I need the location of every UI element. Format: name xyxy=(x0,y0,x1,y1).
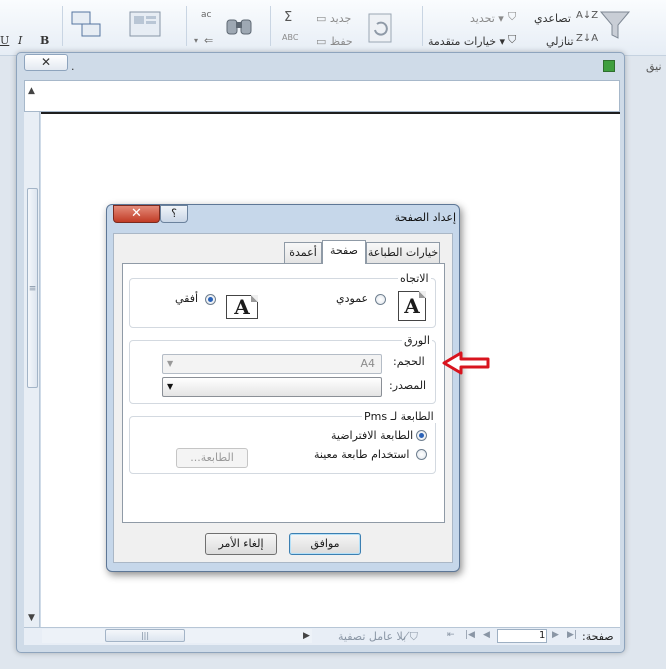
size-label: الحجم: xyxy=(393,355,425,368)
replace-icon[interactable]: ac xyxy=(201,10,211,20)
specific-printer-radio[interactable] xyxy=(416,449,427,460)
portrait-icon: A xyxy=(398,291,426,321)
scroll-up-arrow[interactable]: ▲ xyxy=(28,86,35,96)
tab-columns[interactable]: أعمدة xyxy=(284,242,322,264)
filter-icon[interactable] xyxy=(598,8,632,42)
save-record-button[interactable]: حفظ ▭ xyxy=(316,35,353,48)
app-icon xyxy=(603,60,615,72)
ribbon-separator xyxy=(422,6,423,46)
scroll-right-arrow[interactable]: ▶ xyxy=(303,631,310,641)
save-record-label: حفظ xyxy=(329,35,353,48)
select-filter-icon: ⛉ xyxy=(508,10,517,23)
page-label: صفحة: xyxy=(582,630,614,643)
totals-icon[interactable]: Σ xyxy=(284,10,292,25)
tab-columns-label: أعمدة xyxy=(289,246,317,259)
size-select-value: A4 xyxy=(360,357,375,370)
advanced-options-button[interactable]: ▾ خيارات متقدمة xyxy=(428,35,505,48)
dialog-title: إعداد الصفحة xyxy=(394,211,456,224)
advanced-filter-icon: ⛉ xyxy=(508,33,517,46)
underline-button[interactable]: U xyxy=(0,34,9,47)
red-arrow-icon xyxy=(442,351,490,375)
header-area xyxy=(24,80,620,112)
portrait-radio[interactable] xyxy=(375,294,386,305)
no-filter-icon: ⛉̸ xyxy=(409,630,418,643)
sort-descending-button[interactable]: تنازلي xyxy=(546,35,574,48)
portrait-icon-letter: A xyxy=(404,294,420,318)
filter-status[interactable]: ⛉̸ بلا عامل تصفية xyxy=(338,630,418,644)
ribbon: تصاعدي A↓Z تنازلي Z↓A ▾ تحديد ⛉ ▾ خيارات… xyxy=(0,0,666,73)
size-select[interactable]: ▼ A4 xyxy=(162,354,382,374)
scroll-down-arrow[interactable]: ▼ xyxy=(28,613,35,623)
select-button[interactable]: ▾ تحديد xyxy=(470,12,504,25)
goto-icon[interactable]: ⇐ xyxy=(204,34,213,47)
cancel-button-label: إلغاء الأمر xyxy=(218,537,264,550)
select-label: تحديد xyxy=(470,12,495,25)
end-page-icon[interactable]: ▶| xyxy=(567,630,577,640)
landscape-label: أفقي xyxy=(175,292,199,305)
next-page-icon[interactable]: |◀ xyxy=(465,630,475,640)
tab-print-options[interactable]: خيارات الطباعة xyxy=(366,242,440,264)
vertical-scroll-thumb[interactable]: ≡ xyxy=(27,188,38,388)
italic-button[interactable]: I xyxy=(18,34,22,47)
background-window-title: . xyxy=(71,60,75,73)
switch-windows-icon[interactable] xyxy=(70,10,104,40)
sort-ascending-button[interactable]: تصاعدي xyxy=(534,12,571,25)
find-icon[interactable] xyxy=(224,10,254,40)
advanced-options-label: خيارات متقدمة xyxy=(428,35,497,48)
dialog-help-button[interactable]: ؟ xyxy=(160,205,188,223)
default-printer-label: الطابعة الافتراضية xyxy=(331,429,414,442)
last-page-icon[interactable]: ⇤ xyxy=(447,630,455,640)
default-printer-radio[interactable] xyxy=(416,430,427,441)
landscape-icon: A xyxy=(226,295,258,319)
refresh-icon[interactable] xyxy=(366,12,396,46)
sort-ascending-icon: A↓Z xyxy=(576,10,599,21)
specific-printer-label: استخدام طابعة معينة xyxy=(314,448,410,461)
filter-status-label: بلا عامل تصفية xyxy=(338,630,407,643)
printer-button-label: الطابعة... xyxy=(190,451,234,464)
new-record-button[interactable]: جديد ▭ xyxy=(316,12,351,25)
sort-descending-label: تنازلي xyxy=(546,35,574,48)
new-record-label: جديد xyxy=(329,12,352,25)
dialog-close-button[interactable]: ✕ xyxy=(113,205,160,223)
ribbon-separator xyxy=(62,6,63,46)
ribbon-separator xyxy=(186,6,187,46)
page-number-input[interactable]: 1 xyxy=(497,629,547,643)
spelling-icon[interactable]: ABC xyxy=(282,33,298,42)
ok-button-label: موافق xyxy=(310,537,340,550)
sort-ascending-label: تصاعدي xyxy=(534,12,571,25)
chevron-down-icon: ▼ xyxy=(167,382,174,391)
paper-label: الورق xyxy=(402,334,432,347)
ribbon-edge-text: نيق xyxy=(646,60,662,73)
horizontal-scroll-thumb[interactable]: ||| xyxy=(105,629,185,642)
sort-descending-icon: Z↓A xyxy=(576,33,599,44)
window-icon[interactable] xyxy=(128,10,162,38)
first-page-icon[interactable]: ▶ xyxy=(552,630,559,640)
select-all-dropdown-icon[interactable]: ▾ xyxy=(194,36,198,45)
prev-page-icon[interactable]: ◀ xyxy=(483,630,490,640)
tab-print-options-label: خيارات الطباعة xyxy=(367,246,439,259)
background-close-button[interactable]: ✕ xyxy=(24,54,68,71)
orientation-label: الاتجاه xyxy=(398,272,431,285)
cancel-button[interactable]: إلغاء الأمر xyxy=(205,533,277,555)
chevron-down-icon: ▼ xyxy=(167,359,174,368)
portrait-label: عمودي xyxy=(336,292,369,305)
ribbon-separator xyxy=(270,6,271,46)
tab-page-label: صفحة xyxy=(330,244,358,257)
ok-button[interactable]: موافق xyxy=(289,533,361,555)
bold-button[interactable]: B xyxy=(40,34,49,47)
landscape-radio[interactable] xyxy=(205,294,216,305)
printer-button[interactable]: الطابعة... xyxy=(176,448,248,468)
source-label: المصدر: xyxy=(389,379,427,392)
landscape-icon-letter: A xyxy=(234,295,250,319)
source-select[interactable]: ▼ xyxy=(162,377,382,397)
printer-group-label: الطابعة لـ Pms xyxy=(362,410,436,423)
tab-page[interactable]: صفحة xyxy=(322,240,366,264)
